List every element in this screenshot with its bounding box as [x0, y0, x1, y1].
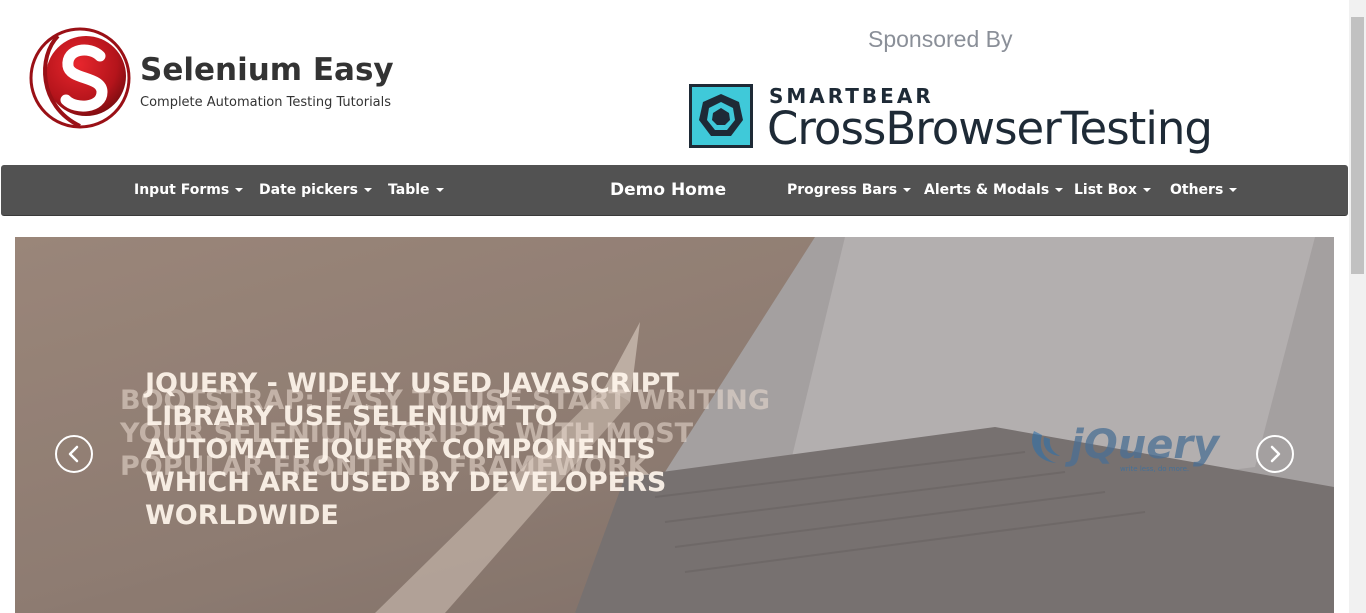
nav-date-pickers-label: Date pickers: [259, 182, 358, 198]
nav-demo-home[interactable]: Demo Home: [610, 165, 726, 215]
brand-title: Selenium Easy: [140, 52, 394, 88]
caret-down-icon: [1229, 188, 1238, 192]
nav-table-label: Table: [388, 182, 430, 198]
nav-input-forms[interactable]: Input Forms: [134, 165, 244, 215]
nav-list-box[interactable]: List Box: [1074, 165, 1151, 215]
caret-down-icon: [363, 188, 372, 192]
nav-input-forms-label: Input Forms: [134, 182, 230, 198]
nav-demo-home-label: Demo Home: [610, 180, 727, 200]
smartbear-logo-icon[interactable]: [689, 84, 753, 148]
nav-alerts-modals[interactable]: Alerts & Modals: [924, 165, 1064, 215]
nav-alerts-modals-label: Alerts & Modals: [924, 182, 1050, 198]
main-navbar: Input Forms Date pickers Table Demo Home…: [1, 165, 1348, 216]
caret-down-icon: [435, 188, 444, 192]
slide-caption-jquery: jQuery - Widely used JavaScript Library …: [145, 368, 679, 531]
jquery-logo-name: jQuery: [1064, 422, 1221, 468]
hero-carousel[interactable]: Bootstrap: Easy to use Start writing you…: [15, 237, 1334, 613]
nav-others[interactable]: Others: [1170, 165, 1238, 215]
sponsor-label: Sponsored By: [868, 26, 1013, 52]
nav-progress-bars[interactable]: Progress Bars: [787, 165, 912, 215]
nav-list-box-label: List Box: [1074, 182, 1137, 198]
page-scrollbar-thumb[interactable]: [1351, 17, 1364, 274]
caret-down-icon: [903, 188, 912, 192]
jquery-logo: jQuery write less, do more.: [1032, 422, 1221, 473]
chevron-left-icon: [68, 445, 79, 463]
chevron-right-icon: [1270, 445, 1281, 463]
crossbrowsertesting-label[interactable]: CrossBrowserTesting: [767, 102, 1213, 155]
selenium-easy-logo[interactable]: [28, 26, 132, 130]
brand-subtitle: Complete Automation Testing Tutorials: [140, 95, 392, 110]
jquery-logo-tagline: write less, do more.: [1120, 465, 1189, 473]
caret-down-icon: [235, 188, 244, 192]
nav-others-label: Others: [1170, 182, 1224, 198]
nav-progress-bars-label: Progress Bars: [787, 182, 898, 198]
nav-table[interactable]: Table: [388, 165, 444, 215]
nav-date-pickers[interactable]: Date pickers: [259, 165, 372, 215]
carousel-prev-button[interactable]: [55, 435, 93, 473]
caret-down-icon: [1055, 188, 1064, 192]
caret-down-icon: [1142, 188, 1151, 192]
carousel-next-button[interactable]: [1256, 435, 1294, 473]
